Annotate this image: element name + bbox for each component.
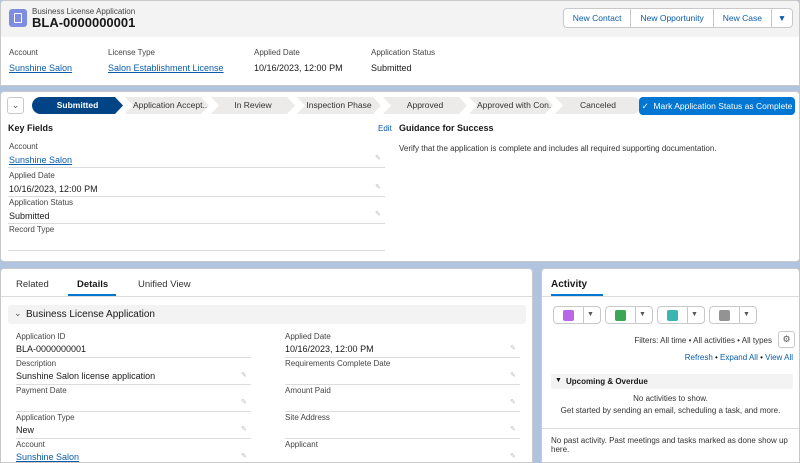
send-email-button[interactable]: ▼ xyxy=(709,306,757,324)
key-field-account: Account Sunshine Salon ✎ xyxy=(8,142,385,168)
pencil-icon[interactable]: ✎ xyxy=(375,210,382,218)
field-requirements-complete-date: Requirements Complete Date ✎ xyxy=(285,359,520,385)
chevron-down-icon: ⌄ xyxy=(11,100,20,110)
path-toggle-button[interactable]: ⌄ xyxy=(7,97,24,114)
log-call-button[interactable]: ▼ xyxy=(657,306,705,324)
upcoming-overdue-header[interactable]: ▼ Upcoming & Overdue xyxy=(551,374,793,389)
key-field-record-type: Record Type xyxy=(8,225,385,251)
log-call-icon xyxy=(667,310,678,321)
mark-status-complete-button[interactable]: ✓ Mark Application Status as Complete xyxy=(639,97,795,115)
details-panel: Related Details Unified View ⌄ Business … xyxy=(0,268,533,463)
field-application-id: Application ID BLA-0000000001 xyxy=(16,332,251,358)
gear-icon[interactable]: ⚙ xyxy=(778,331,795,348)
get-started-text: Get started by sending an email, schedul… xyxy=(560,406,781,415)
view-all-link[interactable]: View All xyxy=(765,353,793,362)
activity-panel: Activity ▼ ▼ ▼ ▼ Filters: All time • All… xyxy=(541,268,800,463)
chevron-down-icon: ▼ xyxy=(555,377,562,384)
activity-filters: Filters: All time • All activities • All… xyxy=(634,336,772,345)
divider xyxy=(542,428,799,429)
section-header[interactable]: ⌄ Business License Application xyxy=(8,305,526,324)
header-field-status: Application Status Submitted xyxy=(371,48,436,73)
activity-links: Refresh • Expand All • View All xyxy=(684,353,793,362)
chevron-down-icon: ▼ xyxy=(777,13,787,23)
expand-all-link[interactable]: Expand All xyxy=(720,353,758,362)
stage-submitted[interactable]: Submitted xyxy=(32,97,123,114)
path-stages: Submitted Application Accept... In Revie… xyxy=(32,97,643,114)
new-case-button[interactable]: New Case xyxy=(712,8,772,28)
guidance-title: Guidance for Success xyxy=(399,123,494,133)
pencil-icon[interactable]: ✎ xyxy=(375,154,382,162)
pencil-icon[interactable]: ✎ xyxy=(510,344,517,352)
tab-related[interactable]: Related xyxy=(16,279,49,290)
key-field-status: Application Status Submitted ✎ xyxy=(8,198,385,224)
header-field-license-type: License Type Salon Establishment License xyxy=(108,48,224,73)
pencil-icon[interactable]: ✎ xyxy=(375,183,382,191)
email-icon xyxy=(719,310,730,321)
pencil-icon[interactable]: ✎ xyxy=(510,371,517,379)
chevron-down-icon: ▼ xyxy=(691,311,698,318)
field-account: Account Sunshine Salon ✎ xyxy=(16,440,251,463)
key-field-account-link[interactable]: Sunshine Salon xyxy=(9,155,72,165)
account-link[interactable]: Sunshine Salon xyxy=(16,452,79,462)
pencil-icon[interactable]: ✎ xyxy=(241,425,248,433)
field-application-type: Application Type New ✎ xyxy=(16,413,251,439)
license-type-link[interactable]: Salon Establishment License xyxy=(108,63,224,73)
stage-approved-with-conditions[interactable]: Approved with Con... xyxy=(469,97,553,114)
field-payment-date: Payment Date ✎ xyxy=(16,386,251,412)
key-fields-edit-link[interactable]: Edit xyxy=(378,124,392,133)
stage-in-review[interactable]: In Review xyxy=(211,97,295,114)
header-bar: Business License Application BLA-0000000… xyxy=(1,1,799,37)
tab-details[interactable]: Details xyxy=(77,279,108,290)
task-icon xyxy=(615,310,626,321)
detail-tabs: Related Details Unified View xyxy=(1,269,532,297)
pencil-icon[interactable]: ✎ xyxy=(510,425,517,433)
license-icon xyxy=(9,9,27,27)
header-actions: New Contact New Opportunity New Case ▼ xyxy=(562,8,793,28)
header-field-applied-date: Applied Date 10/16/2023, 12:00 PM xyxy=(254,48,343,73)
guidance-text: Verify that the application is complete … xyxy=(399,144,717,153)
stage-application-accepted[interactable]: Application Accept... xyxy=(125,97,209,114)
past-activity-text: No past activity. Past meetings and task… xyxy=(551,436,788,454)
divider xyxy=(542,296,799,297)
chevron-down-icon: ▼ xyxy=(743,311,750,318)
stage-canceled[interactable]: Canceled xyxy=(555,97,641,114)
tab-unified-view[interactable]: Unified View xyxy=(138,279,191,290)
pencil-icon[interactable]: ✎ xyxy=(241,371,248,379)
no-activities-text: No activities to show. xyxy=(633,394,708,403)
more-actions-dropdown[interactable]: ▼ xyxy=(771,8,793,28)
record-header: Business License Application BLA-0000000… xyxy=(0,0,800,86)
pencil-icon[interactable]: ✎ xyxy=(241,452,248,460)
field-amount-paid: Amount Paid ✎ xyxy=(285,386,520,412)
tab-activity[interactable]: Activity xyxy=(551,279,587,290)
record-title: BLA-0000000001 xyxy=(32,15,136,30)
field-applied-date: Applied Date 10/16/2023, 12:00 PM ✎ xyxy=(285,332,520,358)
calendar-icon xyxy=(563,310,574,321)
active-tab-indicator xyxy=(68,294,116,296)
new-opportunity-button[interactable]: New Opportunity xyxy=(630,8,714,28)
check-icon: ✓ xyxy=(641,101,649,111)
chevron-down-icon: ▼ xyxy=(587,311,594,318)
key-fields-title: Key Fields xyxy=(8,123,54,133)
key-field-applied-date: Applied Date 10/16/2023, 12:00 PM ✎ xyxy=(8,171,385,197)
pencil-icon[interactable]: ✎ xyxy=(510,398,517,406)
account-link[interactable]: Sunshine Salon xyxy=(9,63,72,73)
new-task-button[interactable]: ▼ xyxy=(605,306,653,324)
field-applicant: Applicant ✎ xyxy=(285,440,520,463)
header-field-account: Account Sunshine Salon xyxy=(9,48,73,73)
new-contact-button[interactable]: New Contact xyxy=(562,8,632,28)
refresh-link[interactable]: Refresh xyxy=(685,353,713,362)
path-panel: ⌄ Submitted Application Accept... In Rev… xyxy=(0,91,800,262)
chevron-down-icon: ⌄ xyxy=(14,308,22,318)
stage-inspection-phase[interactable]: Inspection Phase xyxy=(297,97,381,114)
field-site-address: Site Address ✎ xyxy=(285,413,520,439)
field-description: Description Sunshine Salon license appli… xyxy=(16,359,251,385)
stage-approved[interactable]: Approved xyxy=(383,97,467,114)
pencil-icon[interactable]: ✎ xyxy=(241,398,248,406)
pencil-icon[interactable]: ✎ xyxy=(510,452,517,460)
chevron-down-icon: ▼ xyxy=(639,311,646,318)
new-event-button[interactable]: ▼ xyxy=(553,306,601,324)
